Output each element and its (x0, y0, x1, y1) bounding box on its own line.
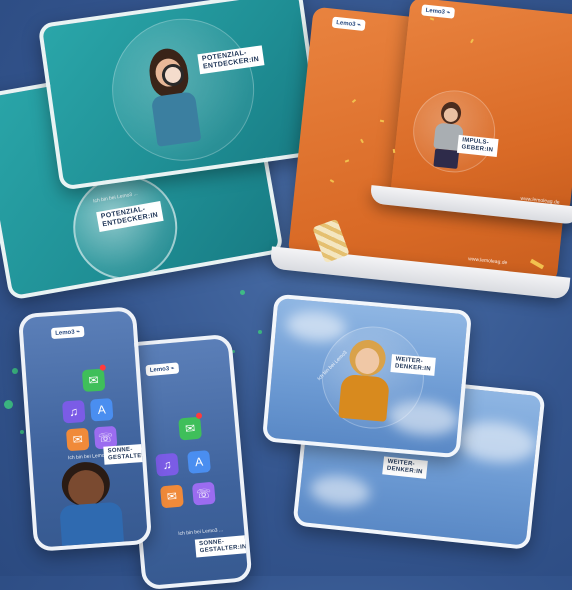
cloud (454, 417, 539, 467)
app-store-icon[interactable]: A (89, 398, 114, 422)
paint-splash (258, 330, 262, 334)
paint-splash (240, 290, 245, 295)
card-url: www.lemoleag.de (467, 256, 508, 267)
card-label: SONNE- GESTALTER:IN (194, 534, 252, 558)
teal-card-front: POTENZIAL- ENTDECKER:IN (37, 0, 325, 191)
child-photo (338, 373, 390, 422)
music-icon[interactable]: ♫ (62, 400, 86, 424)
phone-screen-front: Lemo3 ⌁ ✉ ♫ A ✉ ☏ Ich bin bei Lemo3 SONN… (17, 306, 153, 552)
brand-logo: Lemo3 ⌁ (421, 4, 455, 19)
messages-icon[interactable]: ✉ (81, 368, 106, 393)
brand-logo: Lemo3 ⌁ (331, 16, 366, 31)
mail-icon[interactable]: ✉ (65, 427, 90, 452)
sky-card-front: Ich bin bei Lemo3 WEITER- DENKER:IN (261, 293, 473, 459)
brand-logo: Lemo3 ⌁ (145, 362, 179, 377)
phone-icon[interactable]: ☏ (191, 481, 216, 506)
orange-laptop-screen-front: Lemo3 ⌁ IMPULS- GEBER:IN www.lemoleag.de (390, 0, 572, 215)
card-tagline: Ich bin bei Lemo3 (67, 452, 108, 462)
card-label: WEITER- DENKER:IN (382, 456, 428, 479)
confetti (392, 148, 396, 154)
cloud (308, 472, 372, 509)
app-store-icon[interactable]: A (187, 450, 211, 474)
child-photo (59, 501, 124, 546)
notification-badge (99, 364, 106, 371)
child-photo (150, 91, 202, 147)
card-label: WEITER- DENKER:IN (390, 354, 436, 376)
notification-badge (195, 412, 203, 420)
music-icon[interactable]: ♫ (155, 452, 180, 477)
messages-icon[interactable]: ✉ (178, 416, 203, 441)
card-tagline: Ich bin bei Lemo3 ... (177, 527, 224, 538)
confetti (379, 119, 385, 123)
card-label: SONNE- GESTALTER:IN (103, 442, 153, 465)
paint-splash (12, 368, 18, 374)
mail-icon[interactable]: ✉ (160, 484, 184, 509)
brand-logo: Lemo3 ⌁ (50, 325, 85, 340)
paint-splash (20, 430, 24, 434)
paint-splash (4, 400, 13, 409)
child-photo (433, 148, 460, 169)
collage: { "cards": { "teal_front": { "label_line… (0, 0, 572, 590)
